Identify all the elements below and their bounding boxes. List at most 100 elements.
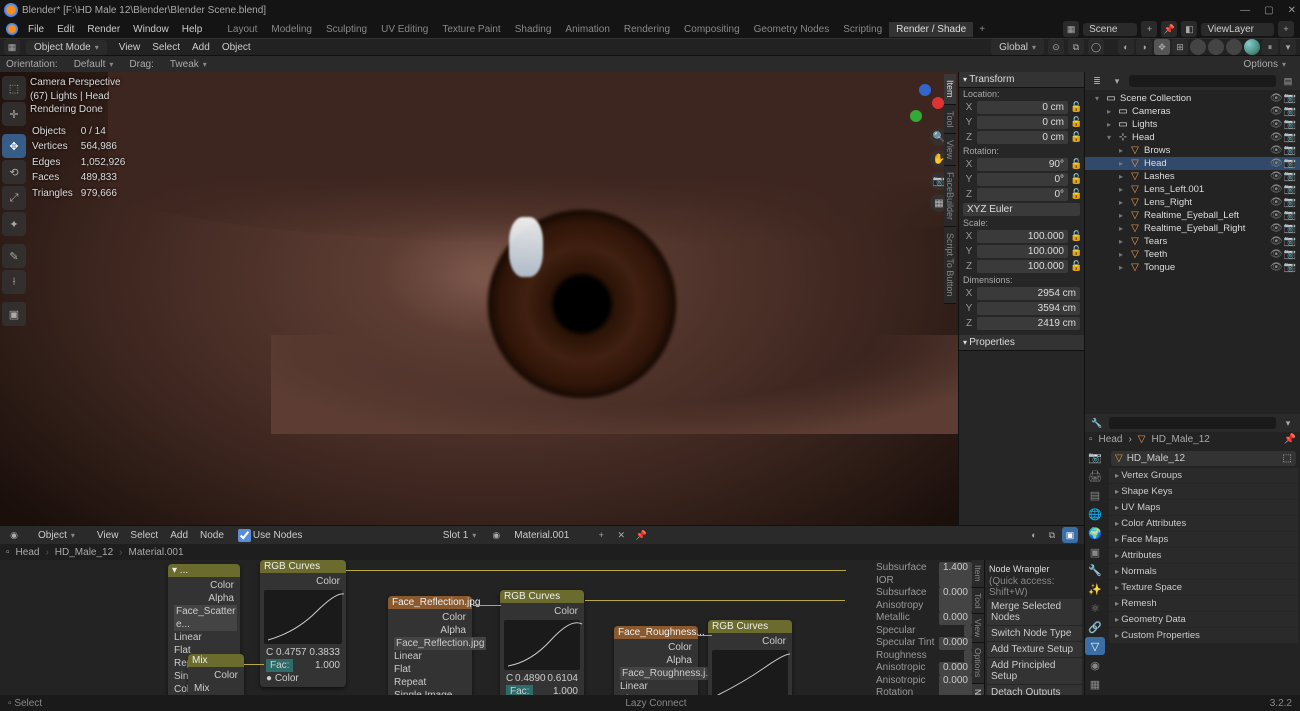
lock-icon[interactable]: 🔓: [1070, 231, 1080, 242]
node-menu-select[interactable]: Select: [124, 528, 164, 543]
workspace-tab[interactable]: UV Editing: [374, 22, 435, 37]
eye-icon[interactable]: 👁: [1270, 158, 1283, 169]
node-overlay-icon[interactable]: ◐: [1026, 527, 1042, 543]
props-search[interactable]: [1109, 417, 1276, 429]
eye-icon[interactable]: 👁: [1270, 249, 1283, 260]
shader-param[interactable]: Specular Tint0.000: [874, 637, 974, 650]
bc-object[interactable]: Head: [16, 547, 40, 558]
viewlayer-new-icon[interactable]: +: [1278, 21, 1294, 37]
node-canvas[interactable]: ▾ ... Color Alpha Face_Scatter e... Line…: [0, 560, 1084, 695]
outliner-row[interactable]: ▸▽Realtime_Eyeball_Left👁📷: [1085, 209, 1300, 222]
render-icon[interactable]: 📷: [1284, 145, 1296, 156]
eye-icon[interactable]: 👁: [1270, 106, 1283, 117]
eye-icon[interactable]: 👁: [1270, 171, 1283, 182]
wrangler-item[interactable]: Add Principled Setup: [987, 658, 1082, 684]
tab-scene[interactable]: 🌐: [1085, 506, 1105, 524]
rot-z[interactable]: 0°: [977, 188, 1068, 201]
menu-render[interactable]: Render: [81, 22, 126, 37]
props-opts-icon[interactable]: ▾: [1280, 415, 1296, 431]
property-panel[interactable]: Attributes: [1109, 548, 1298, 563]
snap-icon[interactable]: ⧉: [1068, 39, 1084, 55]
tool-addcube[interactable]: ▣: [2, 302, 26, 326]
eye-icon[interactable]: 👁: [1270, 119, 1283, 130]
dim-y[interactable]: 3594 cm: [977, 302, 1080, 315]
outliner-editor-icon[interactable]: ≣: [1089, 73, 1105, 89]
drag-value[interactable]: Tweak: [162, 57, 215, 72]
overlays-icon[interactable]: ⊞: [1172, 39, 1188, 55]
add-workspace-button[interactable]: +: [973, 22, 991, 37]
outliner-row[interactable]: ▸▽Tears👁📷: [1085, 235, 1300, 248]
eye-icon[interactable]: 👁: [1270, 210, 1283, 221]
shading-opts-icon[interactable]: ▾: [1280, 39, 1296, 55]
workspace-tab[interactable]: Animation: [558, 22, 616, 37]
tool-tweak[interactable]: ⬚: [2, 76, 26, 100]
shader-param[interactable]: Subsurface IOR1.400: [874, 562, 974, 587]
node-rgb-curves-1[interactable]: RGB Curves: [260, 560, 346, 573]
rot-mode-dropdown[interactable]: XYZ Euler: [963, 203, 1080, 216]
workspace-tab[interactable]: Modeling: [264, 22, 319, 37]
orientation-dropdown[interactable]: Global: [991, 39, 1044, 55]
shader-object-dd[interactable]: Object: [30, 528, 83, 543]
eye-icon[interactable]: 👁: [1270, 145, 1283, 156]
dim-x[interactable]: 2954 cm: [977, 287, 1080, 300]
eye-icon[interactable]: 👁: [1270, 197, 1283, 208]
node-panel-tab[interactable]: Options: [972, 643, 984, 683]
outliner-row[interactable]: ▸▽Lens_Right👁📷: [1085, 196, 1300, 209]
tab-world[interactable]: 🌍: [1085, 524, 1105, 542]
xray-toggle-icon[interactable]: ◑: [1136, 39, 1152, 55]
proportional-icon[interactable]: ◯: [1088, 39, 1104, 55]
tab-constraints[interactable]: 🔗: [1085, 619, 1105, 637]
npanel-tab[interactable]: Tool: [944, 105, 956, 135]
loc-x[interactable]: 0 cm: [977, 101, 1068, 114]
viewport-menu-object[interactable]: Object: [216, 40, 257, 55]
maximize-icon[interactable]: ▢: [1264, 5, 1273, 16]
outliner-search[interactable]: [1129, 75, 1276, 87]
outliner-row[interactable]: ▾▭Scene Collection👁📷: [1085, 92, 1300, 105]
tab-output[interactable]: 🖨: [1085, 468, 1105, 486]
workspace-tab[interactable]: Geometry Nodes: [747, 22, 837, 37]
editor-type-icon[interactable]: ▦: [4, 39, 20, 55]
render-icon[interactable]: 📷: [1284, 158, 1296, 169]
render-icon[interactable]: 📷: [1284, 171, 1296, 182]
property-panel[interactable]: Shape Keys: [1109, 484, 1298, 499]
overlay-toggle-icon[interactable]: ◐: [1118, 39, 1134, 55]
tool-annotate[interactable]: ✎: [2, 244, 26, 268]
property-panel[interactable]: Vertex Groups: [1109, 468, 1298, 483]
workspace-tab[interactable]: Compositing: [677, 22, 747, 37]
shader-param[interactable]: Specular: [874, 625, 974, 638]
scene-dropdown[interactable]: Scene: [1083, 23, 1137, 36]
nav-gizmo[interactable]: [902, 80, 948, 126]
outliner-row[interactable]: ▸▽Head👁📷: [1085, 157, 1300, 170]
tab-material[interactable]: ◉: [1085, 656, 1105, 674]
mode-dropdown[interactable]: Object Mode: [26, 40, 107, 55]
shader-editor-icon[interactable]: ◉: [6, 527, 22, 543]
3d-viewport[interactable]: ⬚ ✛ ✥ ⟲ ⤢ ✦ ✎ ⟊ ▣ Camera Perspective (67…: [0, 72, 1084, 525]
lock-icon[interactable]: 🔓: [1070, 102, 1080, 113]
node-menu-view[interactable]: View: [91, 528, 125, 543]
outliner-row[interactable]: ▸▽Tongue👁📷: [1085, 261, 1300, 274]
outliner-row[interactable]: ▸▭Cameras👁📷: [1085, 105, 1300, 118]
wrangler-item[interactable]: Detach Outputs: [987, 685, 1082, 695]
lock-icon[interactable]: 🔓: [1070, 189, 1080, 200]
workspace-tab[interactable]: Rendering: [617, 22, 677, 37]
gizmo-toggle-icon[interactable]: ✥: [1154, 39, 1170, 55]
outliner-row[interactable]: ▾⊹Head👁📷: [1085, 131, 1300, 144]
workspace-tab[interactable]: Layout: [220, 22, 264, 37]
node-backdrop-icon[interactable]: ▣: [1062, 527, 1078, 543]
pause-render-icon[interactable]: ⏸: [1262, 39, 1278, 55]
lock-icon[interactable]: 🔓: [1070, 246, 1080, 257]
wrangler-title[interactable]: Node Wrangler: [987, 562, 1082, 576]
rot-x[interactable]: 90°: [977, 158, 1068, 171]
close-icon[interactable]: ✕: [1288, 5, 1296, 16]
lock-icon[interactable]: 🔓: [1070, 117, 1080, 128]
use-nodes-checkbox[interactable]: Use Nodes: [238, 529, 302, 542]
props-editor-icon[interactable]: 🔧: [1089, 415, 1105, 431]
npanel-tab[interactable]: Script To Button: [944, 227, 956, 303]
outliner-row[interactable]: ▸▽Lashes👁📷: [1085, 170, 1300, 183]
shader-param[interactable]: Roughness: [874, 650, 974, 663]
workspace-tab[interactable]: Sculpting: [319, 22, 374, 37]
render-icon[interactable]: 📷: [1284, 249, 1296, 260]
shader-param[interactable]: Anisotropic Rotation0.000: [874, 675, 974, 696]
npanel-tab[interactable]: FaceBuilder: [944, 166, 956, 227]
eye-icon[interactable]: 👁: [1270, 184, 1283, 195]
